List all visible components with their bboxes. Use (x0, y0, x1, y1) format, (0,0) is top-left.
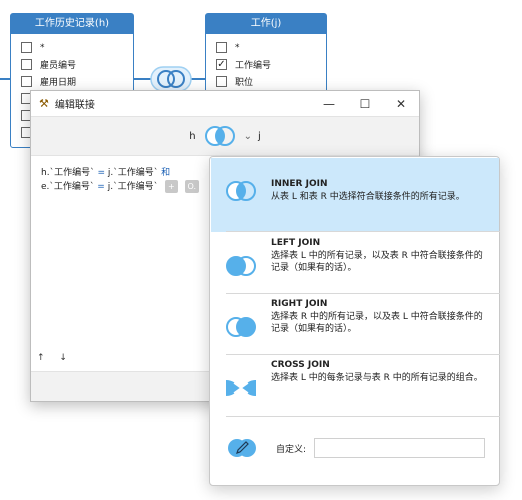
maximize-button[interactable]: ☐ (347, 91, 383, 116)
column-label: 雇用日期 (40, 78, 77, 88)
column-row[interactable]: 雇用日期 (11, 73, 133, 90)
column-checkbox[interactable] (216, 76, 227, 87)
option-description: 选择表 L 中的所有记录，以及表 R 中符合联接条件的记录（如果有的话）。 (271, 251, 483, 273)
column-label: * (235, 42, 240, 53)
pencil-icon[interactable] (224, 437, 260, 459)
column-label: 雇员编号 (40, 61, 77, 71)
right-alias: j (257, 130, 261, 142)
table-title: 工作(j) (206, 14, 326, 34)
move-down-button[interactable]: ↓ (59, 353, 67, 363)
column-checkbox[interactable] (21, 76, 32, 87)
option-name: CROSS JOIN (271, 360, 330, 370)
option-name: LEFT JOIN (271, 238, 321, 248)
join-line (190, 78, 205, 80)
app-hammer-icon: ⚒ (39, 97, 49, 110)
add-condition-button[interactable]: + (164, 180, 178, 193)
inner-join-option[interactable]: INNER JOIN 从表 L 和表 R 中选择符合联接条件的所有记录。 (211, 158, 499, 232)
option-description: 选择表 L 中的每条记录与表 R 中的所有记录的组合。 (271, 373, 483, 383)
join-type-toolbar: h ⌄ j (31, 116, 419, 156)
right-join-option[interactable]: RIGHT JOIN 选择表 R 中的所有记录，以及表 L 中符合联接条件的记录… (211, 294, 499, 354)
minimize-button[interactable]: — (311, 91, 347, 116)
join-conditions: h.`工作编号` = j.`工作编号` 和 e.`工作编号` = j.`工作编号… (41, 167, 200, 194)
join-type-menu: INNER JOIN 从表 L 和表 R 中选择符合联接条件的所有记录。 LEF… (209, 156, 500, 486)
column-row[interactable]: ✓ 工作编号 (206, 56, 326, 73)
divider (226, 416, 500, 417)
table-card-right[interactable]: 工作(j) * ✓ 工作编号 职位 (205, 13, 327, 93)
cross-join-option[interactable]: CROSS JOIN 选择表 L 中的每条记录与表 R 中的所有记录的组合。 (211, 355, 499, 415)
column-checkbox[interactable] (21, 59, 32, 70)
option-description: 选择表 R 中的所有记录，以及表 L 中符合联接条件的记录（如果有的话）。 (271, 312, 483, 334)
column-checkbox[interactable] (216, 42, 227, 53)
custom-label: 自定义: (276, 444, 307, 455)
left-join-icon (226, 256, 256, 276)
inner-join-icon[interactable] (202, 125, 238, 147)
inner-join-icon (226, 181, 256, 201)
inner-join-icon[interactable] (150, 66, 192, 92)
option-name: RIGHT JOIN (271, 299, 328, 309)
chevron-down-icon[interactable]: ⌄ (244, 131, 252, 142)
cross-join-icon (226, 380, 256, 396)
dialog-title: 编辑联接 (54, 100, 95, 111)
table-title: 工作历史记录(h) (11, 14, 133, 34)
column-row[interactable]: 职位 (206, 73, 326, 90)
join-line (0, 78, 10, 80)
column-row[interactable]: * (11, 39, 133, 56)
custom-join-input[interactable] (314, 438, 486, 458)
option-name: INNER JOIN (271, 179, 328, 189)
right-join-icon (226, 317, 256, 337)
move-up-button[interactable]: ↑ (37, 353, 45, 363)
column-checkbox[interactable]: ✓ (216, 59, 227, 70)
column-label: 工作编号 (235, 61, 272, 71)
column-label: * (40, 42, 45, 53)
operator-chip[interactable]: O. (184, 180, 200, 193)
condition-row[interactable]: h.`工作编号` = j.`工作编号` 和 (41, 167, 199, 180)
close-button[interactable]: ✕ (383, 91, 419, 116)
divider (226, 231, 500, 232)
condition-row[interactable]: e.`工作编号` = j.`工作编号` + O. (41, 180, 200, 194)
column-row[interactable]: * (206, 39, 326, 56)
column-row[interactable]: 雇员编号 (11, 56, 133, 73)
column-label: 职位 (235, 78, 254, 88)
column-checkbox[interactable] (21, 42, 32, 53)
custom-join-row: 自定义: (211, 433, 499, 463)
option-description: 从表 L 和表 R 中选择符合联接条件的所有记录。 (271, 192, 465, 202)
left-join-option[interactable]: LEFT JOIN 选择表 L 中的所有记录，以及表 R 中符合联接条件的记录（… (211, 233, 499, 293)
left-alias: h (189, 130, 196, 142)
